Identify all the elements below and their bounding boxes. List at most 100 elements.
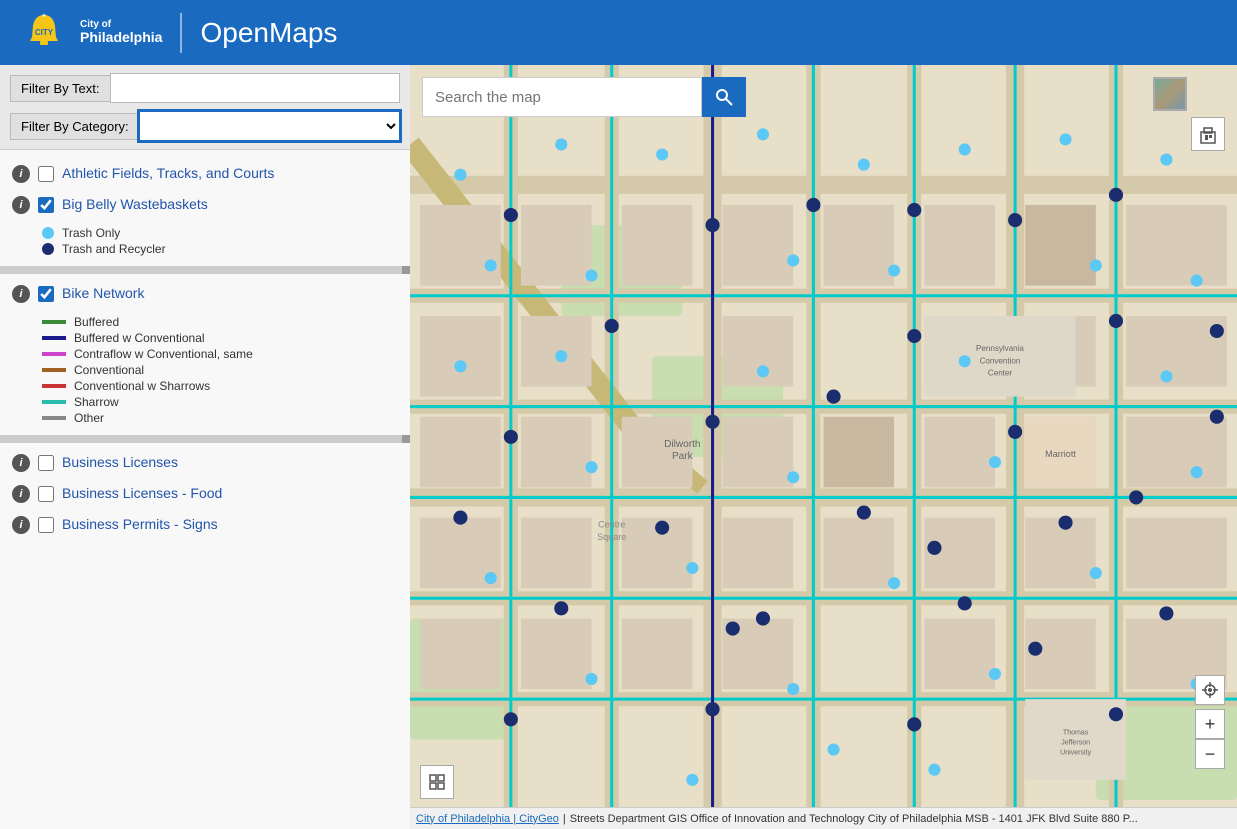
legend-line-buffered [42,320,66,324]
main-container: Filter By Text: Filter By Category: i At… [0,65,1237,829]
legend-dot-trash-recycler [42,243,54,255]
search-bar [422,77,746,117]
sidebar: Filter By Text: Filter By Category: i At… [0,65,410,829]
city-logo[interactable]: CITY ★ City of Philadelphia [20,9,162,57]
layer-info-btn-big-belly[interactable]: i [12,196,30,214]
status-link[interactable]: City of Philadelphia | CityGeo [416,813,559,825]
filter-category-select[interactable] [139,111,400,141]
city-name-label: Philadelphia [80,30,162,45]
map-area[interactable]: Marriott Pennsylvania Convention Center … [410,65,1237,829]
legend-label-trash-recycler: Trash and Recycler [62,242,166,256]
legend-label-other: Other [74,411,104,425]
layer-name-business-permits-signs[interactable]: Business Permits - Signs [62,515,218,533]
svg-text:Park: Park [672,451,694,462]
legend-line-contraflow [42,352,66,356]
legend-dot-trash-only [42,227,54,239]
search-button[interactable] [702,77,746,117]
svg-text:University: University [1060,750,1091,757]
layer-checkbox-bike-network[interactable] [38,286,54,302]
layer-checkbox-athletic-fields[interactable] [38,166,54,182]
map-type-button[interactable] [1191,117,1225,151]
header-divider [180,13,182,53]
layer-info-btn-bike-network[interactable]: i [12,285,30,303]
svg-text:Center: Center [988,368,1012,377]
layer-info-btn-athletic-fields[interactable]: i [12,165,30,183]
legend-label-sharrow: Sharrow [74,395,119,409]
filter-text-label: Filter By Text: [10,75,110,102]
svg-text:CITY: CITY [35,28,54,37]
zoom-in-button[interactable]: + [1195,709,1225,739]
layer-checkbox-big-belly[interactable] [38,197,54,213]
svg-text:Square: Square [597,532,626,542]
search-icon [715,88,733,106]
layer-item-athletic-fields: i Athletic Fields, Tracks, and Courts [0,158,410,189]
layer-checkbox-business-permits-signs[interactable] [38,517,54,533]
legend-line-sharrow [42,400,66,404]
legend-label-contraflow: Contraflow w Conventional, same [74,347,253,361]
map-extent-button[interactable] [420,765,454,799]
layer-list: i Athletic Fields, Tracks, and Courts i … [0,150,410,829]
extent-icon [427,772,447,792]
svg-text:Centre: Centre [598,520,625,530]
app-title: OpenMaps [200,17,337,49]
svg-text:Convention: Convention [980,356,1021,365]
legend-item-contraflow: Contraflow w Conventional, same [42,347,398,361]
locate-button[interactable] [1195,675,1225,705]
legend-item-sharrow: Sharrow [42,395,398,409]
layer-item-business-licenses: i Business Licenses [0,447,410,478]
legend-label-trash-only: Trash Only [62,226,120,240]
map-thumbnail[interactable] [1153,77,1187,111]
legend-item-conventional: Conventional [42,363,398,377]
legend-label-conventional-sharrows: Conventional w Sharrows [74,379,210,393]
search-input[interactable] [422,77,702,117]
svg-text:★: ★ [42,13,47,19]
layer-item-bike-network: i Bike Network [0,278,410,309]
layer-name-bike-network[interactable]: Bike Network [62,284,144,302]
layer-name-big-belly[interactable]: Big Belly Wastebaskets [62,195,208,213]
legend-item-trash-only: Trash Only [42,226,398,240]
legend-line-other [42,416,66,420]
zoom-out-button[interactable]: − [1195,739,1225,769]
layer-info-btn-business-licenses[interactable]: i [12,454,30,472]
city-logo-icon: CITY ★ [20,9,68,57]
layer-info-btn-business-permits-signs[interactable]: i [12,516,30,534]
building-icon [1198,124,1218,144]
legend-big-belly: Trash Only Trash and Recycler [0,220,410,262]
legend-item-other: Other [42,411,398,425]
layer-item-business-licenses-food: i Business Licenses - Food [0,478,410,509]
svg-text:Dilworth: Dilworth [664,439,700,450]
layer-item-big-belly: i Big Belly Wastebaskets [0,189,410,220]
header: CITY ★ City of Philadelphia OpenMaps [0,0,1237,65]
legend-item-buffered: Buffered [42,315,398,329]
legend-item-conventional-sharrows: Conventional w Sharrows [42,379,398,393]
legend-label-buffered: Buffered [74,315,119,329]
svg-text:Pennsylvania: Pennsylvania [976,344,1024,353]
crosshair-icon [1202,682,1218,698]
svg-text:Marriott: Marriott [1045,449,1076,459]
filter-text-row: Filter By Text: [10,73,400,103]
thumbnail-image [1155,79,1185,109]
svg-text:Jefferson: Jefferson [1061,740,1090,747]
legend-label-buffered-conventional: Buffered w Conventional [74,331,205,345]
layer-name-athletic-fields[interactable]: Athletic Fields, Tracks, and Courts [62,164,274,182]
layer-checkbox-business-licenses[interactable] [38,455,54,471]
status-attribution: Streets Department GIS Office of Innovat… [570,813,1138,825]
legend-bike-network: Buffered Buffered w Conventional Contraf… [0,309,410,431]
legend-item-buffered-conventional: Buffered w Conventional [42,331,398,345]
layer-checkbox-business-licenses-food[interactable] [38,486,54,502]
layer-name-business-licenses[interactable]: Business Licenses [62,453,178,471]
status-bar: City of Philadelphia | CityGeo | Streets… [410,807,1237,829]
legend-line-conventional-sharrows [42,384,66,388]
filter-category-row: Filter By Category: [10,111,400,141]
svg-text:Thomas: Thomas [1063,729,1089,736]
legend-item-trash-recycler: Trash and Recycler [42,242,398,256]
map-background: Marriott Pennsylvania Convention Center … [410,65,1237,829]
filter-text-input[interactable] [110,73,400,103]
layer-item-business-permits-signs: i Business Permits - Signs [0,509,410,540]
legend-label-conventional: Conventional [74,363,144,377]
layer-info-btn-business-licenses-food[interactable]: i [12,485,30,503]
legend-line-buffered-conventional [42,336,66,340]
filter-category-label: Filter By Category: [10,113,139,140]
legend-line-conventional [42,368,66,372]
layer-name-business-licenses-food[interactable]: Business Licenses - Food [62,484,222,502]
